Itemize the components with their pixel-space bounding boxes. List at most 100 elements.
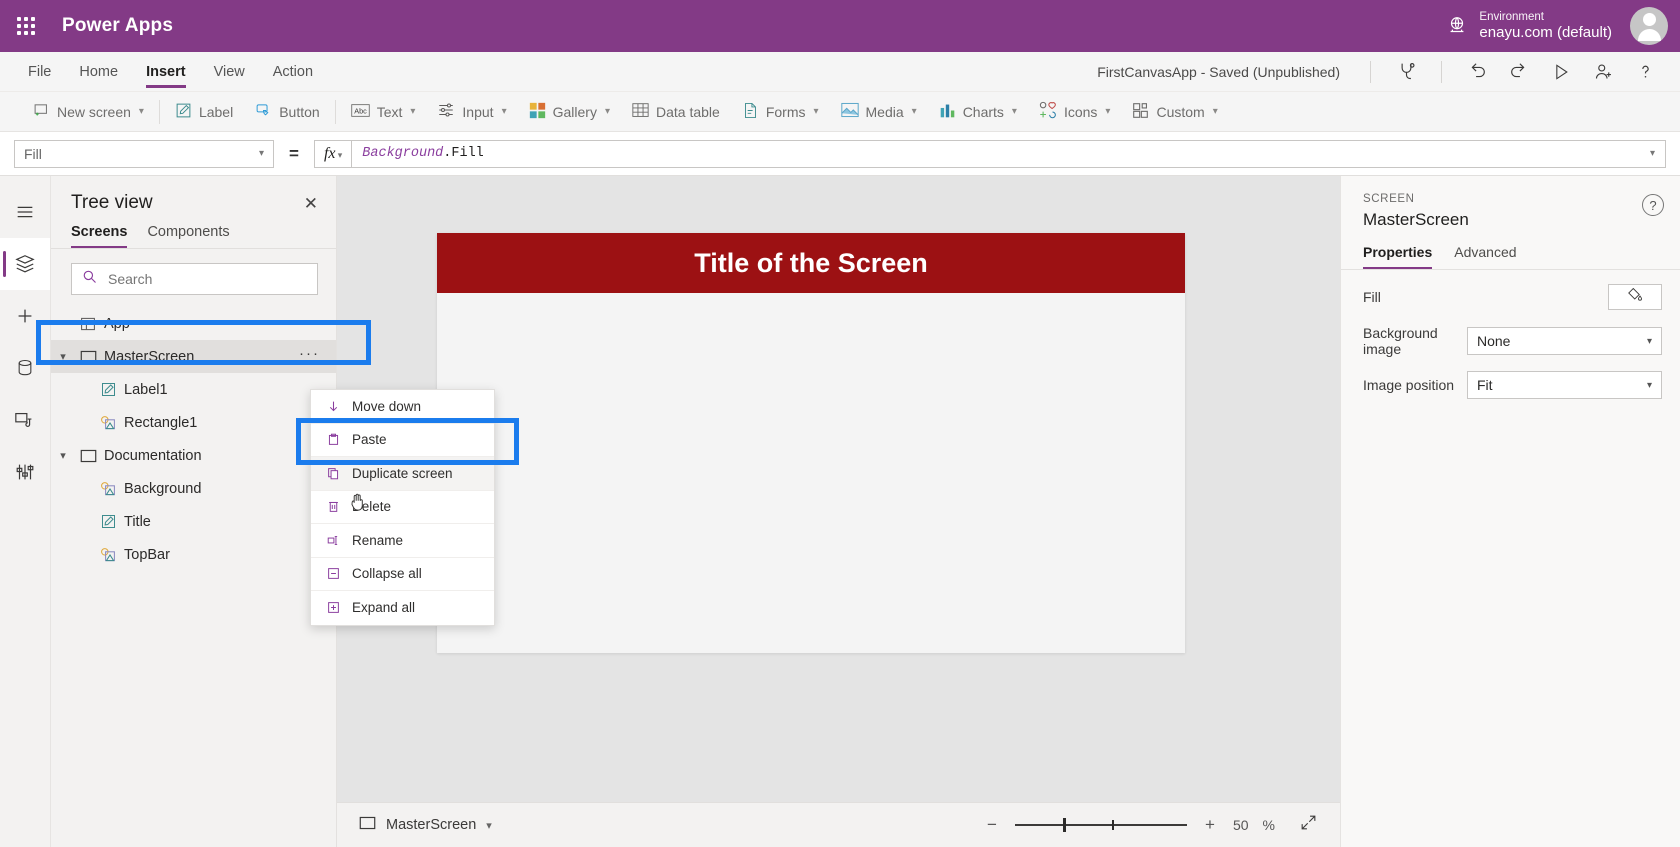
menu-item-home[interactable]: Home [65, 52, 132, 92]
chevron-down-icon[interactable]: ▾ [51, 449, 75, 462]
hamburger-icon[interactable] [0, 186, 50, 238]
chevron-down-icon: ▾ [1646, 335, 1652, 347]
search-box[interactable] [71, 263, 318, 295]
slider-thumb[interactable] [1062, 818, 1066, 832]
context-menu-duplicate-screen[interactable]: Duplicate screen [311, 457, 494, 491]
search-input[interactable] [106, 270, 307, 288]
redo-icon[interactable] [1498, 52, 1540, 92]
zoom-slider[interactable] [1014, 816, 1187, 834]
ribbon-label: Data table [655, 103, 720, 120]
tree-node-documentation[interactable]: ▾ Documentation [51, 439, 336, 472]
context-menu-label: Paste [352, 432, 387, 448]
formula-input[interactable]: Background.Fill ▾ [351, 139, 1666, 168]
ribbon-charts[interactable]: Charts ▾ [928, 92, 1028, 132]
ribbon-label: Button [279, 103, 320, 120]
tree-node-topbar[interactable]: ▾ TopBar [51, 538, 336, 571]
property-label: Image position [1363, 377, 1455, 393]
context-menu-paste[interactable]: Paste [311, 424, 494, 457]
help-icon[interactable] [1624, 52, 1666, 92]
zoom-out-button[interactable]: − [983, 815, 1001, 835]
tree-node-label1[interactable]: ▾ Label1 [51, 373, 336, 406]
app-launcher-icon[interactable] [0, 17, 52, 35]
context-menu-move-down[interactable]: Move down [311, 390, 494, 424]
search-icon [82, 269, 97, 289]
chevron-down-icon[interactable]: ▾ [1650, 148, 1655, 159]
property-row-background-image: Background image None ▾ [1341, 324, 1680, 358]
ribbon-media[interactable]: Media ▾ [830, 92, 928, 132]
ribbon-text[interactable]: Abc Text ▾ [340, 92, 427, 132]
tree-view-header: Tree view ✕ [51, 176, 336, 224]
help-icon[interactable]: ? [1642, 194, 1664, 216]
sidebar-item-media[interactable] [0, 394, 50, 446]
ribbon-button-control[interactable]: Button [244, 92, 330, 132]
screen-title-bar[interactable]: Title of the Screen [437, 233, 1185, 293]
chevron-down-icon[interactable]: ▾ [51, 350, 75, 363]
play-icon[interactable] [1540, 52, 1582, 92]
status-screen-selector[interactable]: MasterScreen ▾ [359, 816, 492, 834]
ribbon-forms[interactable]: Forms ▾ [731, 92, 830, 132]
tab-properties[interactable]: Properties [1363, 244, 1433, 269]
ribbon-input[interactable]: Input ▾ [426, 92, 517, 132]
property-selector[interactable]: Fill ▾ [14, 139, 274, 168]
shape-control-icon [95, 547, 121, 563]
tree-node-rectangle1[interactable]: ▾ Rectangle1 [51, 406, 336, 439]
fx-button[interactable]: fx ▾ [313, 139, 352, 168]
equals-sign: = [289, 143, 299, 163]
ribbon-label-control[interactable]: Label [164, 92, 244, 132]
menu-item-insert[interactable]: Insert [132, 52, 200, 92]
ribbon-data-table[interactable]: Data table [621, 92, 731, 132]
zoom-in-button[interactable]: + [1201, 815, 1219, 835]
tree-node-app[interactable]: ▾ App [51, 307, 336, 340]
context-menu-delete[interactable]: Delete [311, 491, 494, 524]
shape-control-icon [95, 415, 121, 431]
fill-color-button[interactable] [1608, 284, 1662, 310]
power-apps-studio: Power Apps Environment enayu.com (defaul… [0, 0, 1680, 847]
avatar[interactable] [1630, 7, 1668, 45]
menu-item-file[interactable]: File [14, 52, 65, 92]
tree-node-background[interactable]: ▾ Background [51, 472, 336, 505]
share-icon[interactable] [1582, 52, 1624, 92]
tab-components[interactable]: Components [147, 224, 229, 248]
checker-icon[interactable] [1385, 52, 1427, 92]
menu-item-action[interactable]: Action [259, 52, 327, 92]
environment-label: Environment [1479, 10, 1544, 23]
paste-icon [325, 433, 341, 446]
app-screen-preview[interactable]: Title of the Screen [437, 233, 1185, 653]
divider [158, 99, 160, 124]
context-menu-label: Collapse all [352, 566, 422, 582]
undo-icon[interactable] [1456, 52, 1498, 92]
ribbon-gallery[interactable]: Gallery ▾ [518, 92, 621, 132]
tree-node-label: Documentation [104, 447, 202, 464]
ribbon-custom[interactable]: Custom ▾ [1121, 92, 1228, 132]
tab-advanced[interactable]: Advanced [1454, 244, 1516, 269]
tree-node-title[interactable]: ▾ Title [51, 505, 336, 538]
sidebar-item-data[interactable] [0, 342, 50, 394]
screen-context-menu: Move down Paste Duplicate screen Delete … [310, 389, 495, 626]
screen-icon [75, 350, 101, 364]
input-icon [437, 101, 455, 122]
background-image-select[interactable]: None ▾ [1467, 327, 1662, 355]
context-menu-expand-all[interactable]: Expand all [311, 591, 494, 625]
ribbon-icons[interactable]: Icons ▾ [1028, 92, 1122, 132]
chevron-down-icon[interactable]: ▾ [486, 819, 492, 832]
fit-screen-icon[interactable] [1299, 813, 1318, 837]
menu-item-view[interactable]: View [200, 52, 259, 92]
sidebar-item-insert[interactable] [0, 290, 50, 342]
property-selector-value: Fill [24, 145, 42, 162]
close-icon[interactable]: ✕ [304, 195, 318, 212]
sidebar-item-tree-view[interactable] [0, 238, 50, 290]
more-options-icon[interactable]: ··· [289, 345, 330, 368]
charts-icon [939, 102, 956, 122]
tab-screens[interactable]: Screens [71, 224, 128, 248]
image-position-select[interactable]: Fit ▾ [1467, 371, 1662, 399]
context-menu-rename[interactable]: Rename [311, 524, 494, 558]
ribbon-new-screen[interactable]: New screen ▾ [22, 92, 155, 132]
property-row-fill: Fill [1341, 280, 1680, 314]
tree-node-masterscreen[interactable]: ▾ MasterScreen ··· [51, 340, 336, 373]
fx-label: fx [323, 144, 336, 162]
sidebar-item-variables[interactable] [0, 446, 50, 498]
ribbon-label: Text [376, 103, 403, 120]
context-menu-collapse-all[interactable]: Collapse all [311, 558, 494, 591]
tree-view-panel: Tree view ✕ Screens Components Search Ap… [51, 176, 337, 847]
environment-picker[interactable]: Environment enayu.com (default) [1446, 11, 1612, 41]
